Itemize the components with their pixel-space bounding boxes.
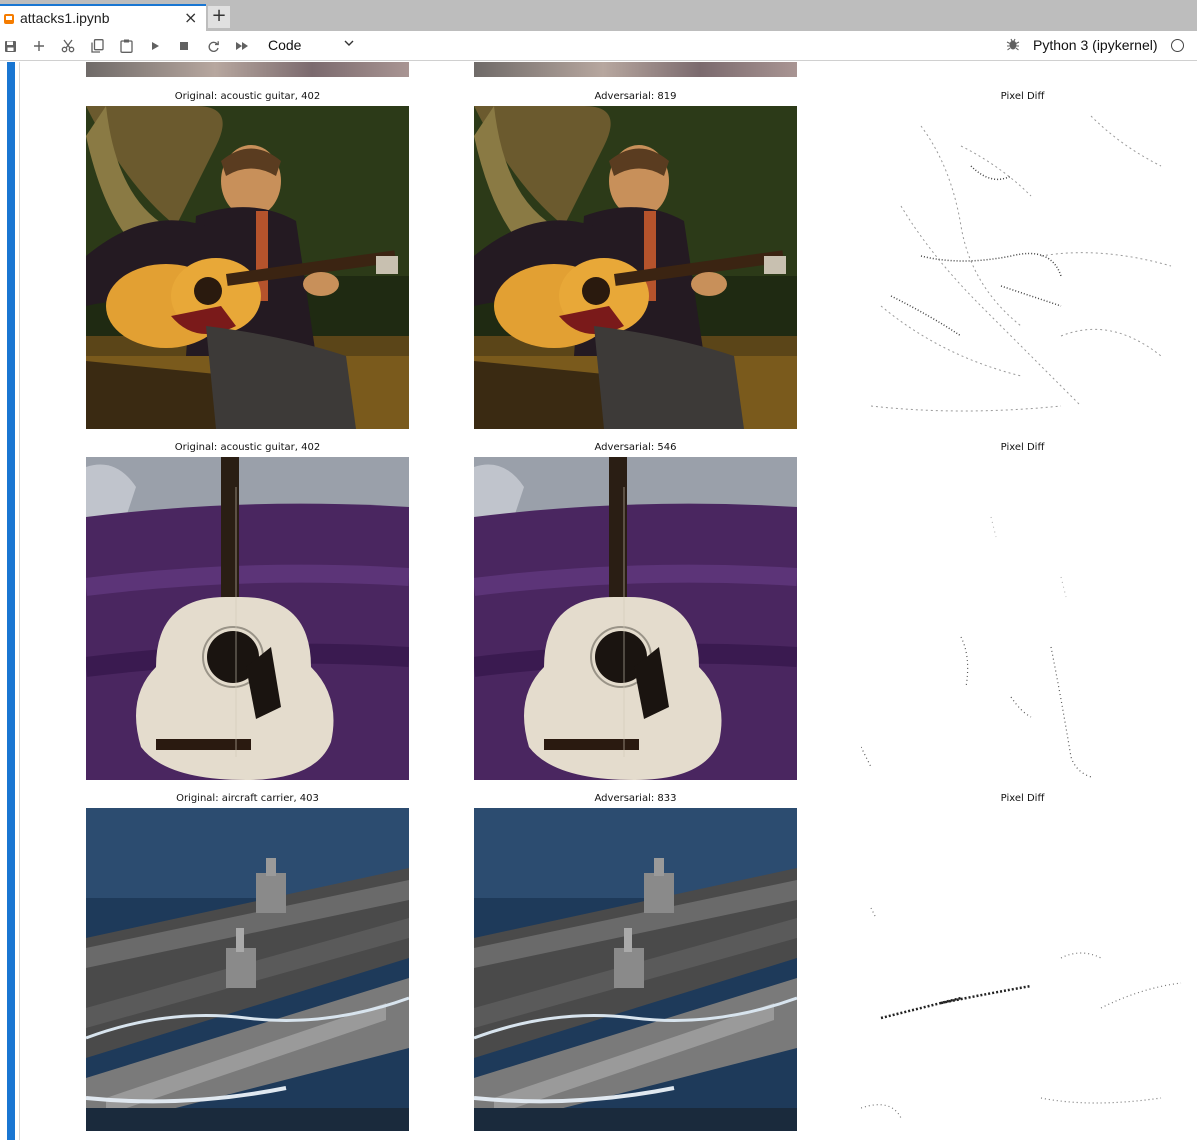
original-caption: Original: aircraft carrier, 403 <box>176 793 319 804</box>
adversarial-image <box>474 106 797 429</box>
pixel-diff-image <box>860 808 1184 1131</box>
kernel-name[interactable]: Python 3 (ipykernel) <box>1033 37 1158 53</box>
tab-title: attacks1.ipynb <box>20 10 110 26</box>
restart-icon[interactable] <box>203 36 223 56</box>
save-icon[interactable] <box>0 36 20 56</box>
pixel-diff-caption: Pixel Diff <box>1000 793 1045 804</box>
copy-icon[interactable] <box>87 36 107 56</box>
notebook-tab[interactable]: attacks1.ipynb × <box>0 4 206 31</box>
original-caption: Original: acoustic guitar, 402 <box>174 442 321 453</box>
original-image <box>86 457 409 780</box>
stop-icon[interactable] <box>174 36 194 56</box>
more-icon[interactable]: ⋮ <box>1191 36 1197 52</box>
close-icon[interactable]: × <box>184 8 197 27</box>
notebook-icon <box>4 14 14 24</box>
pixel-diff-caption: Pixel Diff <box>1000 91 1045 102</box>
original-image <box>86 106 409 429</box>
cut-icon[interactable] <box>58 36 78 56</box>
active-cell-indicator[interactable] <box>7 62 15 1140</box>
adversarial-caption: Adversarial: 546 <box>594 442 677 453</box>
pixel-diff-image <box>860 457 1184 780</box>
pixel-diff-image <box>861 106 1184 429</box>
cell-type-select[interactable]: Code <box>268 37 301 53</box>
adversarial-caption: Adversarial: 833 <box>594 793 677 804</box>
chevron-down-icon[interactable] <box>343 37 355 52</box>
paste-icon[interactable] <box>116 36 136 56</box>
original-image <box>86 808 409 1131</box>
add-cell-icon[interactable] <box>29 36 49 56</box>
adversarial-image <box>474 808 797 1131</box>
previous-original-image <box>86 62 409 77</box>
tab-bar: attacks1.ipynb × + <box>0 0 1197 31</box>
pixel-diff-caption: Pixel Diff <box>1000 442 1045 453</box>
run-icon[interactable] <box>145 36 165 56</box>
previous-adversarial-image <box>474 62 797 77</box>
adversarial-image <box>474 457 797 780</box>
run-all-icon[interactable] <box>232 36 252 56</box>
debugger-icon[interactable] <box>1006 37 1020 55</box>
cell-border <box>19 62 20 1140</box>
adversarial-caption: Adversarial: 819 <box>594 91 677 102</box>
kernel-status-icon <box>1171 39 1184 52</box>
new-tab-button[interactable]: + <box>208 6 230 28</box>
original-caption: Original: acoustic guitar, 402 <box>174 91 321 102</box>
notebook-toolbar: Code Python 3 (ipykernel) ⋮ <box>0 31 1197 61</box>
